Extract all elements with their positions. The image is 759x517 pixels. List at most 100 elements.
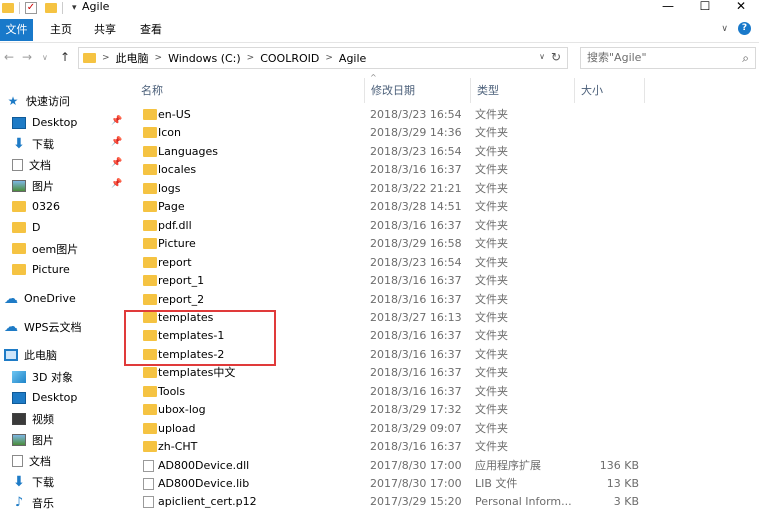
pin-icon: 📌 [111, 137, 123, 147]
sidebar-item-oem-pictures[interactable]: oem图片 [12, 238, 137, 259]
tab-share[interactable]: 共享 [90, 19, 120, 41]
forward-arrow-icon[interactable]: → [22, 50, 32, 64]
folder-icon [143, 293, 157, 305]
sidebar-item-d[interactable]: D [12, 217, 137, 238]
new-folder-icon[interactable] [45, 3, 57, 13]
column-header-type[interactable]: 类型 [471, 78, 575, 103]
file-row[interactable]: AD800Device.dll 2017/8/30 17:00 应用程序扩展 136 … [135, 457, 655, 475]
file-date: 2018/3/23 16:54 [370, 108, 462, 121]
sidebar-item-downloads-pc[interactable]: ⬇ 下载 [12, 471, 137, 492]
refresh-icon[interactable]: ↻ [551, 50, 561, 64]
file-row[interactable]: upload 2018/3/29 09:07 文件夹 [135, 420, 655, 438]
file-type: Personal Inform... [475, 495, 572, 509]
toolbar-divider [19, 2, 20, 14]
breadcrumb-agile[interactable]: Agile [339, 52, 366, 65]
tab-view[interactable]: 查看 [136, 19, 166, 41]
file-row[interactable]: Picture 2018/3/29 16:58 文件夹 [135, 235, 655, 253]
sidebar-item-videos[interactable]: 视频 [12, 408, 137, 429]
file-row[interactable]: ubox-log 2018/3/29 17:32 文件夹 [135, 401, 655, 419]
column-header-size[interactable]: 大小 [575, 78, 645, 103]
file-row[interactable]: logs 2018/3/22 21:21 文件夹 [135, 180, 655, 198]
sidebar-item-3d-objects[interactable]: 3D 对象 [12, 366, 137, 387]
sidebar-item-music[interactable]: ♪ 音乐 [12, 492, 137, 513]
sidebar-item-documents[interactable]: 文档 📌 [12, 154, 137, 175]
file-row[interactable]: locales 2018/3/16 16:37 文件夹 [135, 161, 655, 179]
computer-icon [4, 348, 18, 361]
file-row[interactable]: report 2018/3/23 16:54 文件夹 [135, 254, 655, 272]
breadcrumb-coolroid[interactable]: COOLROID [260, 52, 319, 65]
file-row[interactable]: Languages 2018/3/23 16:54 文件夹 [135, 143, 655, 161]
sidebar-item-quick-access[interactable]: ★ 快速访问 [6, 90, 131, 111]
close-button[interactable]: ✕ [723, 0, 759, 16]
address-dropdown-icon[interactable]: ∨ [539, 52, 545, 61]
sidebar-item-downloads[interactable]: ⬇ 下载 📌 [12, 133, 137, 154]
sidebar-item-this-pc[interactable]: 此电脑 [4, 344, 129, 365]
file-name: locales [158, 163, 197, 177]
navigation-pane: ★ 快速访问 Desktop 📌 ⬇ 下载 📌 文档 📌 图片 📌 0326 D… [0, 80, 125, 517]
file-date: 2017/8/30 17:00 [370, 477, 462, 490]
file-row[interactable]: pdf.dll 2018/3/16 16:37 文件夹 [135, 217, 655, 235]
breadcrumb-this-pc[interactable]: 此电脑 [116, 50, 149, 66]
file-row[interactable]: AD800Device.lib 2017/8/30 17:00 LIB 文件 13 K… [135, 475, 655, 493]
search-icon[interactable]: ⌕ [742, 48, 749, 68]
file-date: 2018/3/16 16:37 [370, 292, 462, 306]
folder-icon [143, 422, 157, 434]
sidebar-item-picture[interactable]: Picture [12, 259, 137, 280]
sidebar-item-onedrive[interactable]: ☁ OneDrive [4, 288, 129, 309]
file-row[interactable]: zh-CHT 2018/3/16 16:37 文件夹 [135, 438, 655, 456]
sidebar-item-desktop[interactable]: Desktop 📌 [12, 112, 137, 133]
folder-icon [12, 264, 26, 275]
file-row[interactable]: templates中文 2018/3/16 16:37 文件夹 [135, 364, 655, 382]
file-name: report_1 [158, 274, 205, 288]
sidebar-item-documents-pc[interactable]: 文档 [12, 450, 137, 471]
folder-icon [143, 164, 157, 176]
customize-dropdown-icon[interactable]: ▾ [72, 3, 77, 13]
file-name: Page [158, 200, 185, 214]
file-icon [143, 478, 154, 490]
file-date: 2018/3/16 16:37 [370, 347, 462, 361]
breadcrumb-chevron-icon[interactable]: > [155, 53, 163, 63]
sidebar-item-pictures-pc[interactable]: 图片 [12, 429, 137, 450]
breadcrumb-chevron-icon[interactable]: > [325, 53, 333, 63]
breadcrumb-c-drive[interactable]: Windows (C:) [168, 52, 241, 65]
file-row[interactable]: Page 2018/3/28 14:51 文件夹 [135, 198, 655, 216]
breadcrumb-chevron-icon[interactable]: > [102, 53, 110, 63]
file-row[interactable]: report_1 2018/3/16 16:37 文件夹 [135, 272, 655, 290]
sidebar-item-0326[interactable]: 0326 [12, 196, 137, 217]
search-input[interactable]: 搜索"Agile" ⌕ [580, 47, 756, 69]
column-header-name[interactable]: 名称 [135, 78, 365, 103]
file-name: en-US [158, 108, 191, 121]
file-type: 应用程序扩展 [475, 458, 541, 472]
sidebar-item-pictures[interactable]: 图片 📌 [12, 175, 137, 196]
breadcrumb-chevron-icon[interactable]: > [247, 53, 255, 63]
tab-file[interactable]: 文件 [0, 19, 33, 41]
up-arrow-icon[interactable]: ↑ [60, 50, 70, 64]
file-name: ubox-log [158, 403, 206, 417]
sidebar-item-wps-cloud[interactable]: ☁ WPS云文档 [4, 316, 129, 337]
file-row[interactable]: en-US 2018/3/23 16:54 文件夹 [135, 106, 655, 124]
3d-objects-icon [12, 370, 26, 383]
sidebar-item-label: 快速访问 [26, 94, 70, 108]
sidebar-item-label: D [32, 221, 41, 234]
sidebar-item-label: Picture [32, 263, 70, 276]
file-type: 文件夹 [475, 126, 508, 140]
file-type: 文件夹 [475, 403, 508, 417]
file-row[interactable]: Icon 2018/3/29 14:36 文件夹 [135, 124, 655, 142]
recent-locations-icon[interactable]: ∨ [42, 53, 48, 62]
sidebar-item-label: 此电脑 [24, 348, 57, 362]
help-icon[interactable]: ? [738, 22, 751, 35]
properties-check-icon[interactable]: ✓ [25, 2, 37, 14]
expand-ribbon-icon[interactable]: ∨ [721, 24, 728, 34]
address-bar[interactable]: > 此电脑 > Windows (C:) > COOLROID > Agile … [78, 47, 568, 69]
tab-home[interactable]: 主页 [46, 19, 76, 41]
maximize-button[interactable]: ☐ [687, 0, 723, 16]
minimize-button[interactable]: — [650, 0, 686, 16]
folder-icon[interactable] [2, 3, 14, 13]
column-header-date[interactable]: 修改日期 [365, 78, 471, 103]
sidebar-item-desktop-pc[interactable]: Desktop [12, 387, 137, 408]
file-row[interactable]: apiclient_cert.p12 2017/3/29 15:20 Persona… [135, 493, 655, 511]
file-row[interactable]: report_2 2018/3/16 16:37 文件夹 [135, 291, 655, 309]
back-arrow-icon[interactable]: ← [4, 50, 14, 64]
file-row[interactable]: Tools 2018/3/16 16:37 文件夹 [135, 383, 655, 401]
file-date: 2018/3/29 17:32 [370, 403, 462, 417]
